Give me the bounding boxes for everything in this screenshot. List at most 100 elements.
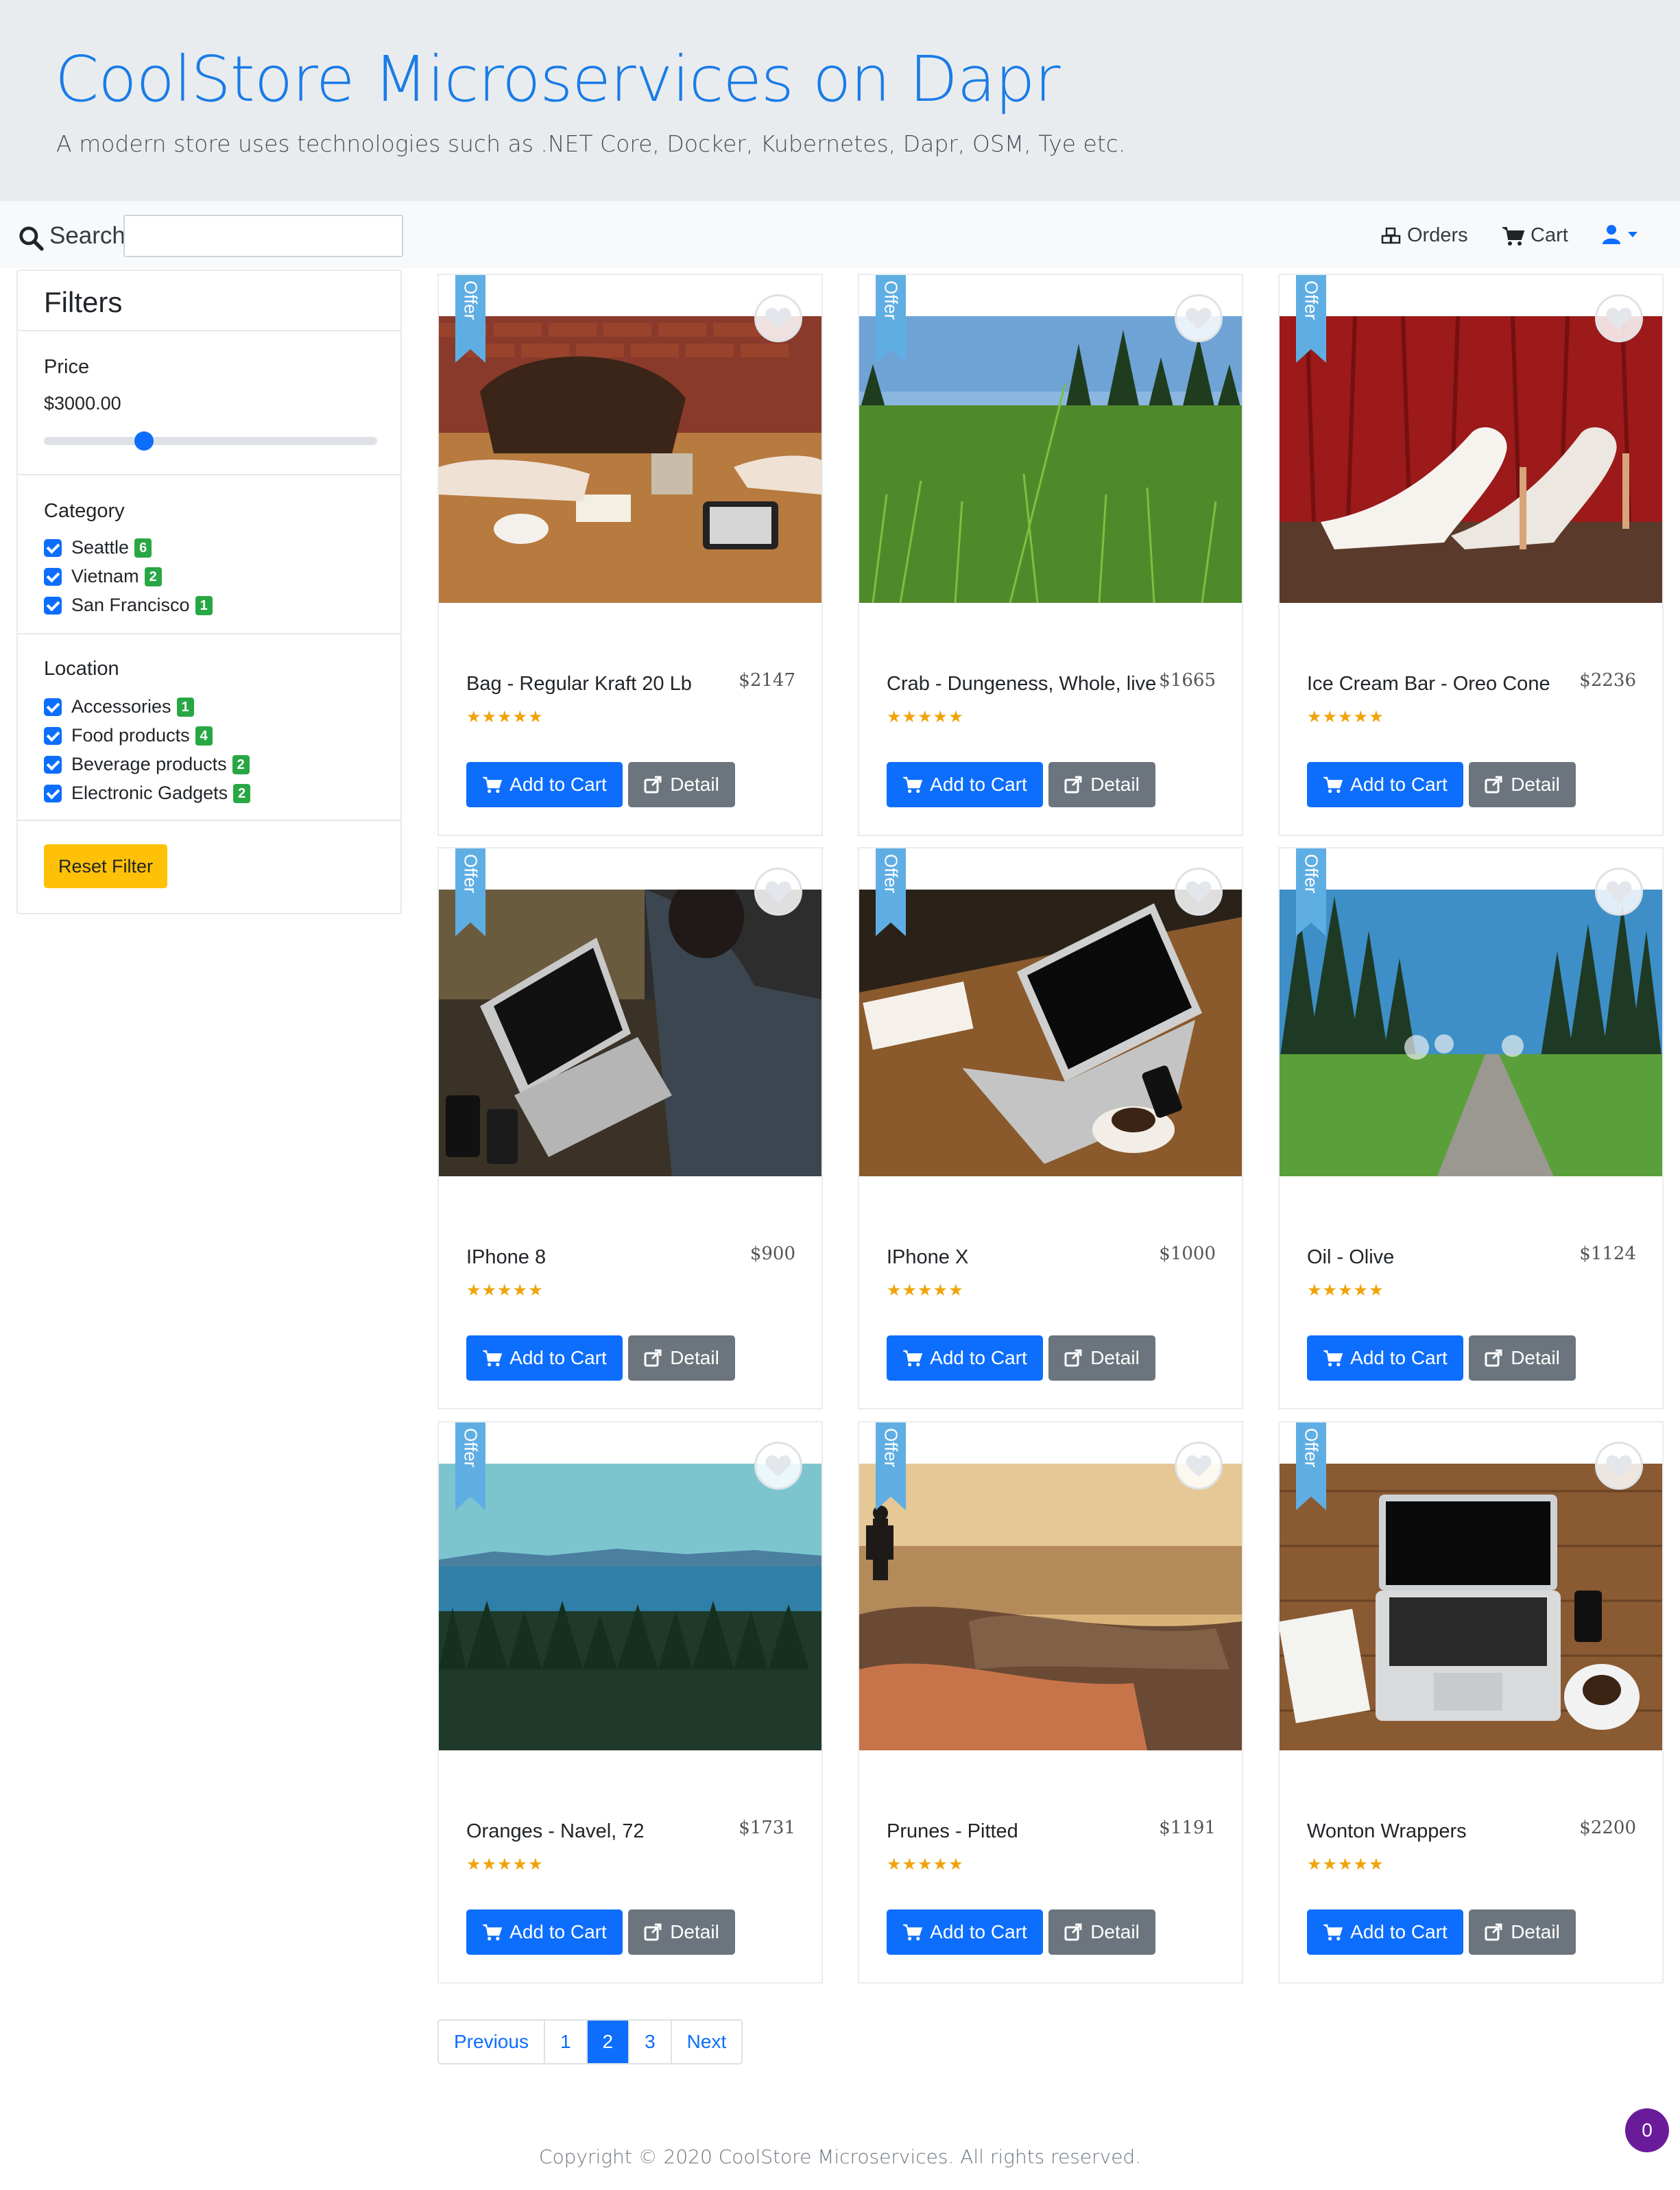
wishlist-button[interactable] <box>1595 1442 1643 1490</box>
heart-icon <box>765 881 791 903</box>
search-input[interactable] <box>123 215 403 257</box>
wishlist-button[interactable] <box>1595 294 1643 342</box>
pagination-page-1[interactable]: 1 <box>544 2021 588 2063</box>
add-to-cart-label: Add to Cart <box>1350 1921 1448 1942</box>
product-name[interactable]: Wonton Wrappers <box>1307 1820 1467 1843</box>
product-name[interactable]: Prunes - Pitted <box>887 1820 1018 1843</box>
wishlist-button[interactable] <box>754 868 802 916</box>
orders-link[interactable]: Orders <box>1381 224 1468 247</box>
product-image[interactable] <box>439 1464 821 1750</box>
detail-button[interactable]: Detail <box>628 1909 735 1955</box>
product-price: $2236 <box>1579 670 1636 691</box>
wishlist-button[interactable] <box>1175 294 1223 342</box>
filter-label: Accessories <box>71 696 171 717</box>
detail-button[interactable]: Detail <box>1469 1335 1576 1381</box>
add-to-cart-button[interactable]: Add to Cart <box>887 1909 1043 1955</box>
category-filter-vietnam[interactable]: Vietnam 2 <box>44 566 162 587</box>
price-slider-thumb[interactable] <box>134 431 154 451</box>
checkbox[interactable] <box>44 538 62 557</box>
cart-link[interactable]: Cart <box>1502 224 1568 247</box>
count-badge: 2 <box>232 754 250 774</box>
count-badge: 1 <box>176 697 194 717</box>
checkbox[interactable] <box>44 784 62 802</box>
add-to-cart-button[interactable]: Add to Cart <box>466 1335 623 1381</box>
product-price: $2200 <box>1579 1818 1636 1838</box>
product-image[interactable] <box>859 316 1242 603</box>
location-filter-food-products[interactable]: Food products 4 <box>44 725 213 746</box>
detail-button[interactable]: Detail <box>1048 1335 1155 1381</box>
detail-label: Detail <box>670 774 719 795</box>
offer-label: Offer <box>880 281 902 320</box>
category-filter-san-francisco[interactable]: San Francisco 1 <box>44 595 213 616</box>
wishlist-button[interactable] <box>754 1442 802 1490</box>
filter-label: Seattle <box>71 537 130 558</box>
add-to-cart-button[interactable]: Add to Cart <box>466 762 623 807</box>
product-name[interactable]: Crab - Dungeness, Whole, live <box>887 673 1156 695</box>
detail-label: Detail <box>1090 1921 1140 1942</box>
add-to-cart-button[interactable]: Add to Cart <box>466 1909 623 1955</box>
detail-button[interactable]: Detail <box>1469 762 1576 807</box>
add-to-cart-button[interactable]: Add to Cart <box>1307 1335 1463 1381</box>
user-dropdown[interactable] <box>1602 224 1639 245</box>
product-image[interactable] <box>859 1464 1242 1750</box>
product-image[interactable] <box>1280 890 1662 1176</box>
offer-label: Offer <box>460 1428 481 1468</box>
product-image[interactable] <box>1280 1464 1662 1750</box>
wishlist-button[interactable] <box>1175 868 1223 916</box>
orders-label: Orders <box>1407 224 1468 246</box>
offer-ribbon: Offer <box>455 848 485 936</box>
add-to-cart-button[interactable]: Add to Cart <box>887 762 1043 807</box>
reset-filter-button[interactable]: Reset Filter <box>44 844 167 888</box>
offer-label: Offer <box>1301 854 1322 894</box>
count-badge: 1 <box>195 595 213 615</box>
location-filter-electronic-gadgets[interactable]: Electronic Gadgets 2 <box>44 783 251 804</box>
product-name[interactable]: Ice Cream Bar - Oreo Cone <box>1307 673 1550 695</box>
product-image[interactable] <box>1280 316 1662 603</box>
footer-copyright: Copyright © 2020 CoolStore Microservices… <box>538 2145 1142 2168</box>
divider <box>18 820 400 821</box>
checkbox[interactable] <box>44 726 62 745</box>
heart-icon <box>1606 881 1632 903</box>
checkbox[interactable] <box>44 698 62 716</box>
heart-icon <box>1606 307 1632 330</box>
location-filter-accessories[interactable]: Accessories 1 <box>44 696 194 717</box>
product-name[interactable]: Oil - Olive <box>1307 1246 1394 1269</box>
add-to-cart-button[interactable]: Add to Cart <box>887 1335 1043 1381</box>
pagination-next[interactable]: Next <box>671 2021 742 2063</box>
category-heading: Category <box>44 500 125 522</box>
detail-button[interactable]: Detail <box>1048 762 1155 807</box>
rating-stars: ★★★★★ <box>466 1855 544 1874</box>
category-filter-seattle[interactable]: Seattle 6 <box>44 537 152 558</box>
wishlist-button[interactable] <box>1175 1442 1223 1490</box>
caret-down-icon <box>1628 232 1637 237</box>
offer-ribbon: Offer <box>455 1423 485 1510</box>
detail-button[interactable]: Detail <box>628 1335 735 1381</box>
product-name[interactable]: IPhone X <box>887 1246 968 1269</box>
offer-label: Offer <box>460 854 481 894</box>
offer-ribbon: Offer <box>1296 1423 1326 1510</box>
checkbox[interactable] <box>44 567 62 586</box>
pagination-previous[interactable]: Previous <box>439 2021 545 2063</box>
product-name[interactable]: Oranges - Navel, 72 <box>466 1820 645 1843</box>
filter-label: Vietnam <box>71 566 139 586</box>
checkbox[interactable] <box>44 596 62 615</box>
floating-counter-badge[interactable]: 0 <box>1625 2108 1669 2152</box>
checkbox[interactable] <box>44 755 62 774</box>
add-to-cart-button[interactable]: Add to Cart <box>1307 762 1463 807</box>
detail-button[interactable]: Detail <box>1469 1909 1576 1955</box>
product-name[interactable]: IPhone 8 <box>466 1246 546 1269</box>
product-image[interactable] <box>439 890 821 1176</box>
product-image[interactable] <box>859 890 1242 1176</box>
detail-button[interactable]: Detail <box>628 762 735 807</box>
pagination-page-2[interactable]: 2 <box>587 2021 630 2063</box>
detail-button[interactable]: Detail <box>1048 1909 1155 1955</box>
wishlist-button[interactable] <box>754 294 802 342</box>
wishlist-button[interactable] <box>1595 868 1643 916</box>
product-image[interactable] <box>439 316 821 603</box>
location-filter-beverage-products[interactable]: Beverage products 2 <box>44 754 250 775</box>
price-slider[interactable] <box>44 431 377 451</box>
product-name[interactable]: Bag - Regular Kraft 20 Lb <box>466 673 692 695</box>
detail-label: Detail <box>1511 1921 1560 1942</box>
add-to-cart-button[interactable]: Add to Cart <box>1307 1909 1463 1955</box>
pagination-page-3[interactable]: 3 <box>629 2021 672 2063</box>
